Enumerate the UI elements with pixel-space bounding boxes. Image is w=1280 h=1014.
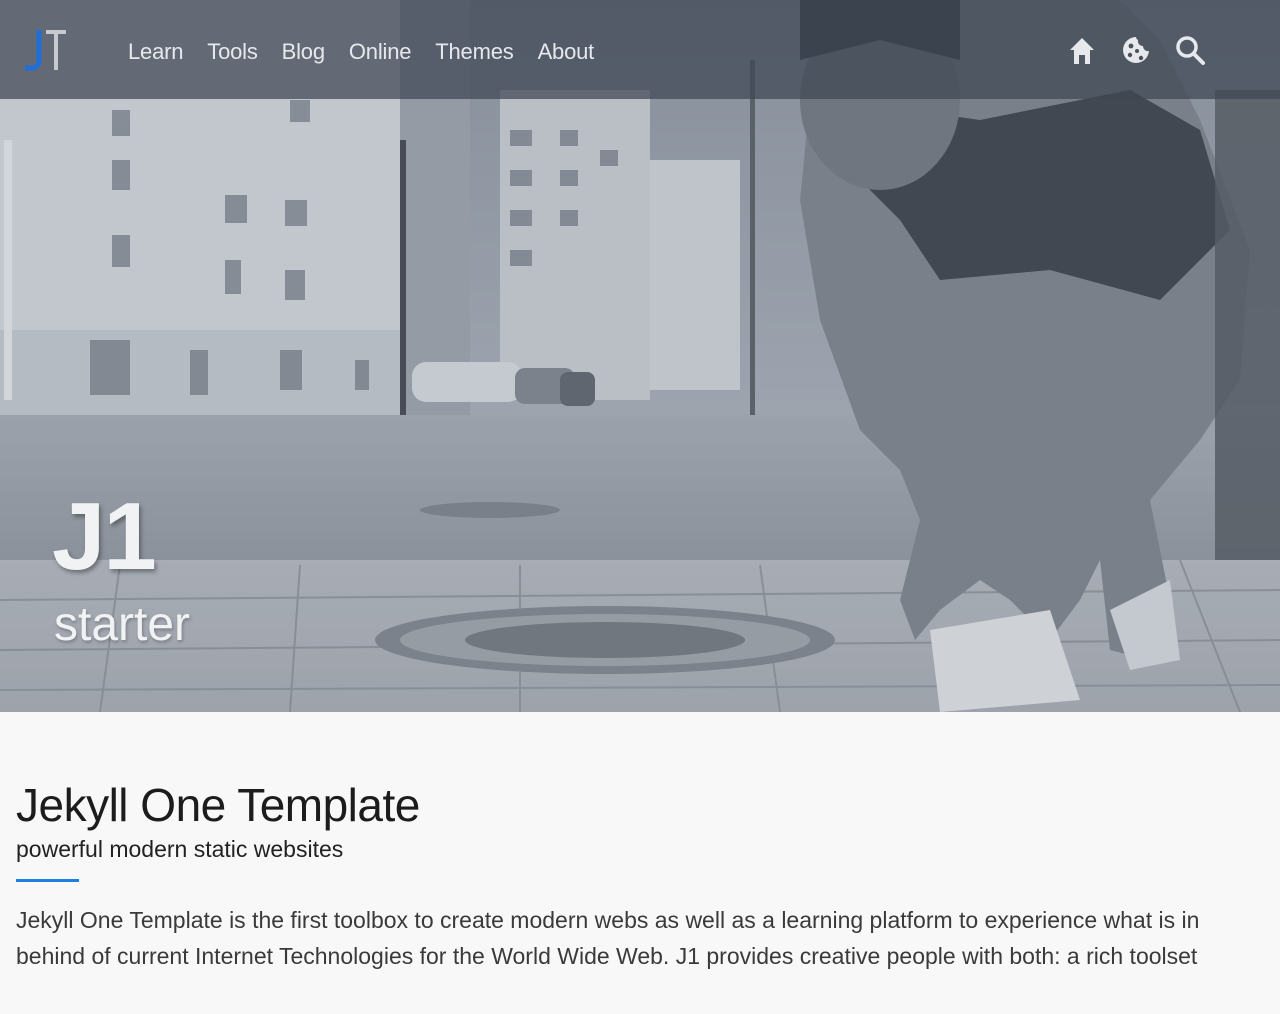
hero-banner: Learn Tools Blog Online Themes About J1 … [0,0,1280,712]
nav-learn[interactable]: Learn [116,36,195,68]
hero-title: J1 [52,483,157,590]
search-icon[interactable] [1172,32,1208,68]
top-navbar: Learn Tools Blog Online Themes About [0,0,1280,99]
hero-tagline: starter [54,598,191,651]
title-accent-rule [16,879,79,882]
intro-section: Jekyll One Template powerful modern stat… [0,712,1280,1014]
nav-online[interactable]: Online [337,36,423,68]
main-nav: Learn Tools Blog Online Themes About [116,36,606,68]
hero-overlay [0,0,1280,712]
nav-tools[interactable]: Tools [195,36,269,68]
brand-logo[interactable] [22,26,72,72]
nav-icon-group [1064,32,1208,68]
nav-themes[interactable]: Themes [423,36,525,68]
intro-paragraph: Jekyll One Template is the first toolbox… [16,907,1200,969]
home-icon[interactable] [1064,32,1100,68]
page-title: Jekyll One Template [16,779,420,831]
nav-about[interactable]: About [526,36,607,68]
cookie-icon[interactable] [1118,32,1154,68]
page-subtitle: powerful modern static websites [16,836,344,862]
nav-blog[interactable]: Blog [270,36,337,68]
j1-logo-icon [25,30,66,71]
